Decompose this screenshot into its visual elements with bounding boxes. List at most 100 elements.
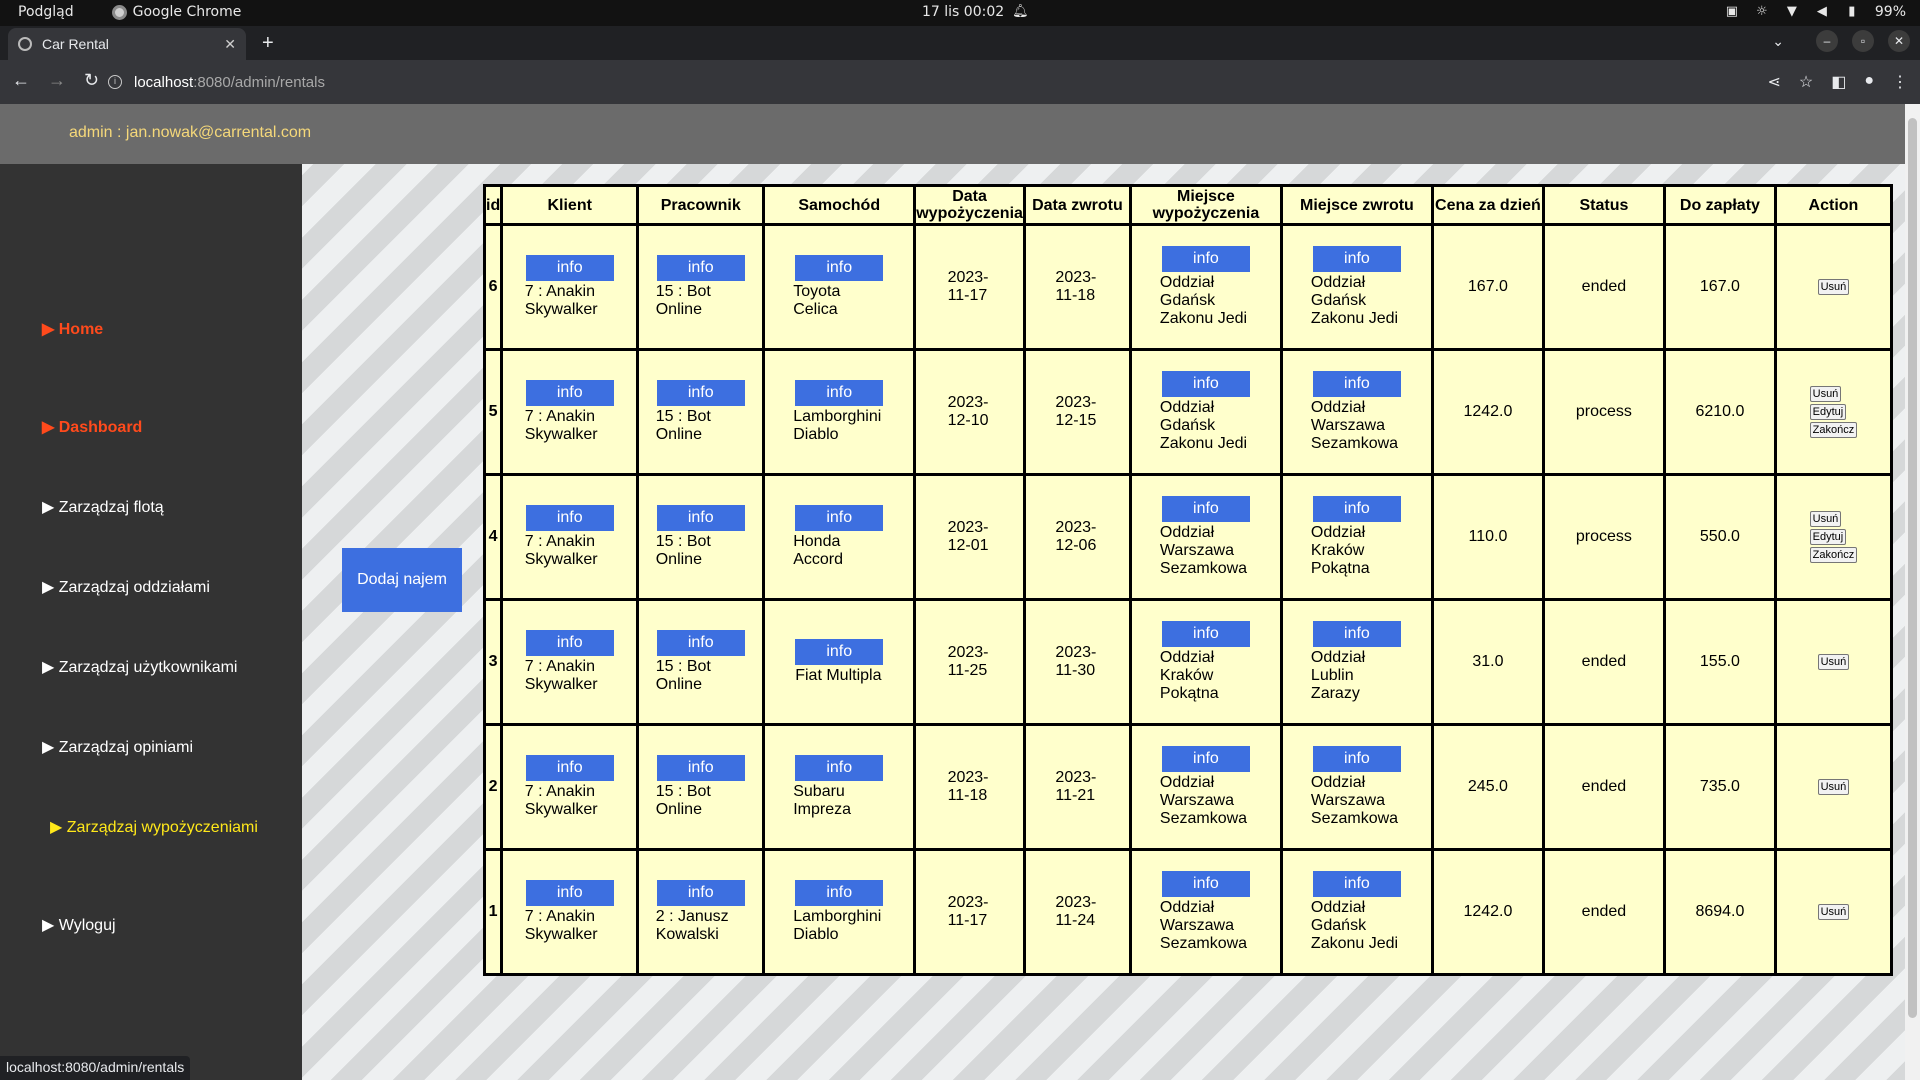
delete-button[interactable]: Usuń	[1817, 654, 1850, 670]
cell-employee: info 15 : Bot Online	[636, 473, 766, 601]
client-text: 7 : Anakin Skywalker	[524, 408, 598, 443]
client-info-button[interactable]: info	[525, 505, 614, 531]
os-app-name[interactable]: Podgląd	[18, 4, 74, 20]
window-close-icon[interactable]: ✕	[1888, 30, 1910, 52]
cell-date-from: 2023-11-25	[913, 598, 1026, 726]
forward-icon[interactable]: →	[48, 70, 66, 91]
edit-button[interactable]: Edytuj	[1809, 404, 1847, 420]
sidebar-item-logout[interactable]: ▶ Wyloguj	[42, 915, 116, 935]
car-info-button[interactable]: info	[795, 505, 884, 531]
place-to-info-button[interactable]: info	[1312, 496, 1401, 522]
car-info-button[interactable]: info	[795, 255, 884, 281]
place-from-info-button[interactable]: info	[1161, 496, 1250, 522]
tab-close-icon[interactable]: ✕	[224, 36, 236, 53]
employee-info-button[interactable]: info	[656, 880, 745, 906]
cell-date-to: 2023-11-30	[1022, 598, 1132, 726]
delete-button[interactable]: Usuń	[1817, 779, 1850, 795]
client-info-button[interactable]: info	[525, 880, 614, 906]
reload-icon[interactable]: ↻	[84, 70, 99, 91]
car-info-button[interactable]: info	[795, 639, 884, 665]
cell-date-to: 2023-12-06	[1022, 473, 1132, 601]
cell-content: info Lamborghini Diablo	[793, 380, 885, 444]
share-icon[interactable]: ⋖	[1767, 72, 1780, 92]
employee-text: 15 : Bot Online	[655, 533, 711, 568]
os-clock[interactable]: 17 lis 00:02 🔔︎	[922, 4, 1029, 20]
employee-info-button[interactable]: info	[656, 630, 745, 656]
place-from-info-button[interactable]: info	[1161, 746, 1250, 772]
scrollbar-thumb[interactable]	[1908, 118, 1917, 1018]
page-viewport: admin : jan.nowak@carrental.com ▶ Home ▶…	[0, 104, 1905, 1080]
delete-button[interactable]: Usuń	[1817, 279, 1850, 295]
tray-icon[interactable]: ▣	[1725, 5, 1739, 19]
place-from-info-button[interactable]: info	[1161, 246, 1250, 272]
add-rental-button[interactable]: Dodaj najem	[342, 548, 462, 612]
os-browser-menu[interactable]: Google Chrome	[111, 4, 241, 20]
restore-icon[interactable]: ▫	[1852, 30, 1874, 52]
page-scrollbar[interactable]	[1905, 104, 1920, 1080]
sidebar-item-branches[interactable]: ▶ Zarządzaj oddziałami	[42, 577, 210, 597]
client-info-button[interactable]: info	[525, 380, 614, 406]
cell-content: info 15 : Bot Online	[656, 505, 746, 569]
delete-button[interactable]: Usuń	[1817, 904, 1850, 920]
client-info-button[interactable]: info	[525, 630, 614, 656]
new-tab-icon[interactable]: +	[262, 32, 274, 55]
place-to-info-button[interactable]: info	[1312, 371, 1401, 397]
col-car: Samochód	[762, 184, 917, 226]
battery-icon[interactable]: ▮	[1845, 5, 1859, 19]
car-info-button[interactable]: info	[795, 880, 884, 906]
cell-price: 1242.0	[1430, 348, 1545, 476]
back-icon[interactable]: ←	[12, 70, 30, 91]
employee-info-button[interactable]: info	[656, 380, 745, 406]
sidebar-item-dashboard[interactable]: ▶ Dashboard	[42, 417, 142, 437]
place-from-info-button[interactable]: info	[1161, 621, 1250, 647]
cell-date-from: 2023-12-10	[913, 348, 1026, 476]
cell-place-from: info Oddział Kraków Pokątna	[1128, 598, 1283, 726]
url-host: localhost	[134, 73, 194, 91]
place-from-info-button[interactable]: info	[1161, 871, 1250, 897]
profile-icon[interactable]: ●	[1864, 72, 1874, 92]
menu-kebab-icon[interactable]: ⋮	[1892, 72, 1908, 92]
address-bar[interactable]: i localhost:8080/admin/rentals	[108, 66, 1768, 98]
cell-car: info Honda Accord	[762, 473, 917, 601]
place-from-text: Oddział Gdańsk Zakonu Jedi	[1159, 274, 1248, 327]
sidebar-item-fleet[interactable]: ▶ Zarządzaj flotą	[42, 497, 164, 517]
place-to-info-button[interactable]: info	[1312, 746, 1401, 772]
delete-button[interactable]: Usuń	[1809, 511, 1842, 527]
cell-content: info Oddział Gdańsk Zakonu Jedi	[1311, 871, 1403, 953]
place-to-info-button[interactable]: info	[1312, 246, 1401, 272]
sidebar-item-rentals[interactable]: ▶ Zarządzaj wypożyczeniami	[50, 817, 258, 837]
client-info-button[interactable]: info	[525, 755, 614, 781]
volume-icon[interactable]: ◀	[1815, 5, 1829, 19]
tab-search-icon[interactable]: ⌄	[1772, 33, 1784, 50]
car-info-button[interactable]: info	[795, 755, 884, 781]
finish-button[interactable]: Zakończ	[1809, 547, 1858, 563]
sidebar-item-users[interactable]: ▶ Zarządzaj użytkownikami	[42, 657, 237, 677]
browser-tab-strip: Car Rental ✕ + ⌄ – ▫ ✕	[0, 26, 1920, 60]
cell-car: info Lamborghini Diablo	[762, 348, 917, 476]
bookmark-star-icon[interactable]: ☆	[1799, 72, 1813, 92]
site-info-icon[interactable]: i	[108, 75, 122, 89]
date-from-text: 2023-11-17	[947, 894, 989, 929]
place-to-info-button[interactable]: info	[1312, 621, 1401, 647]
col-date-to: Data zwrotu	[1022, 184, 1132, 226]
cell-content: info 7 : Anakin Skywalker	[525, 255, 615, 319]
place-from-info-button[interactable]: info	[1161, 371, 1250, 397]
cell-employee: info 15 : Bot Online	[636, 723, 766, 851]
action-group: Usuń	[1817, 652, 1850, 672]
client-info-button[interactable]: info	[525, 255, 614, 281]
employee-info-button[interactable]: info	[656, 255, 745, 281]
brightness-icon[interactable]: ☼	[1755, 5, 1769, 19]
employee-info-button[interactable]: info	[656, 755, 745, 781]
sidebar-item-home[interactable]: ▶ Home	[42, 319, 103, 339]
side-panel-icon[interactable]: ◧	[1831, 72, 1846, 92]
employee-info-button[interactable]: info	[656, 505, 745, 531]
car-info-button[interactable]: info	[795, 380, 884, 406]
minimize-icon[interactable]: –	[1816, 30, 1838, 52]
edit-button[interactable]: Edytuj	[1809, 529, 1847, 545]
sidebar-item-reviews[interactable]: ▶ Zarządzaj opiniami	[42, 737, 193, 757]
place-to-info-button[interactable]: info	[1312, 871, 1401, 897]
delete-button[interactable]: Usuń	[1809, 386, 1842, 402]
finish-button[interactable]: Zakończ	[1809, 422, 1858, 438]
browser-tab[interactable]: Car Rental ✕	[8, 28, 246, 60]
wifi-icon[interactable]: ▼	[1785, 5, 1799, 19]
